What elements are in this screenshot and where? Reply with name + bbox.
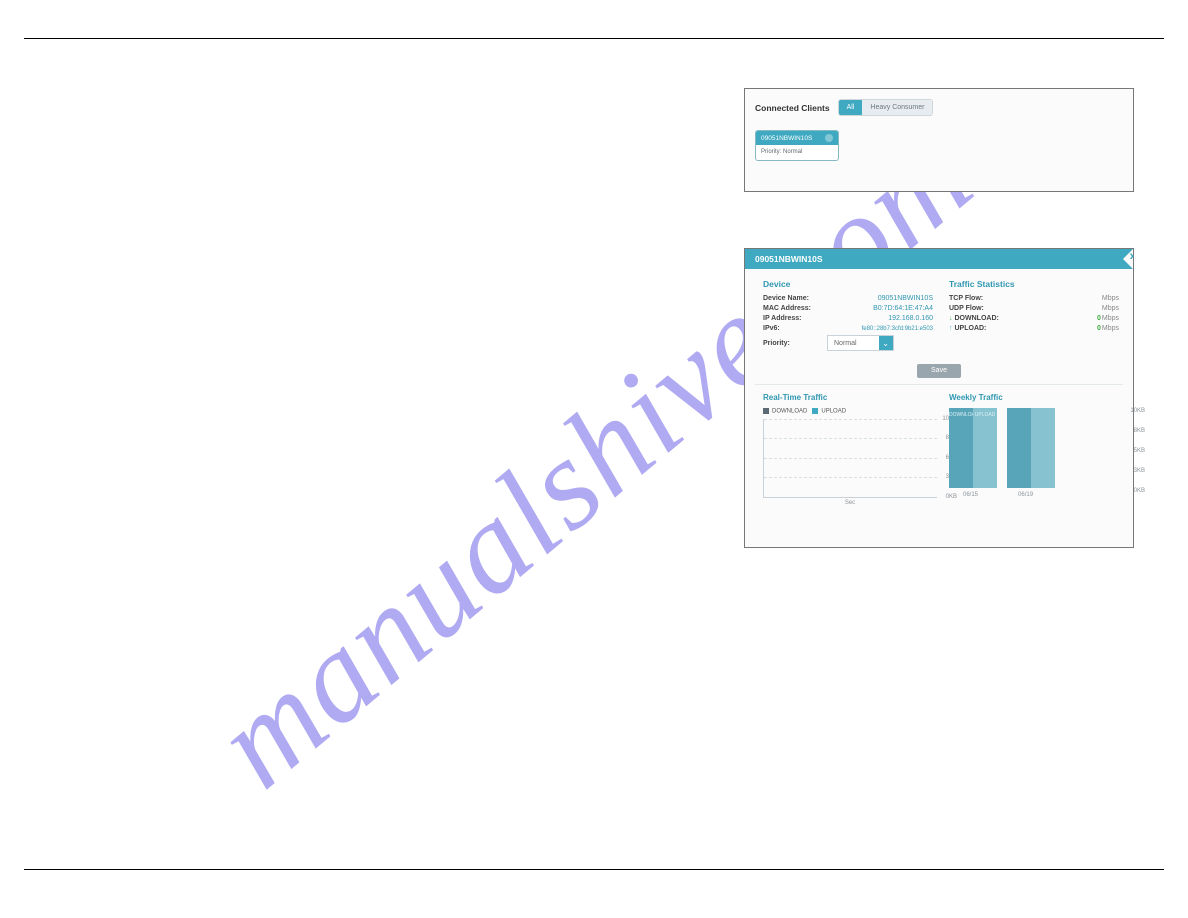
weekly-bar-group-1: DOWNLOAD UPLOAD [949,408,997,488]
close-icon[interactable]: › [1129,247,1134,263]
legend-swatch-upload [812,408,818,414]
client-card-name: 09051NBWIN10S [761,135,812,142]
wk-y-8kb: 8KB [1134,428,1145,434]
weekly-bar-group-2 [1007,408,1055,488]
device-info-grid: Device Device Name: 09051NBWIN10S MAC Ad… [745,269,1133,360]
chevron-down-icon: ⌄ [879,336,893,350]
arrow-down-icon: ↓ [949,315,953,322]
connected-clients-header: Connected Clients All Heavy Consumer [755,99,1123,116]
row-download: ↓DOWNLOAD: 0Mbps [949,315,1119,322]
client-card[interactable]: 09051NBWIN10S Priority: Normal [755,130,839,161]
legend-download-label: DOWNLOAD [772,409,807,415]
realtime-legend: DOWNLOAD UPLOAD [763,408,937,415]
connected-clients-tabs: All Heavy Consumer [838,99,934,116]
figure-connected-clients: Connected Clients All Heavy Consumer 090… [744,88,1134,192]
legend-upload-label: UPLOAD [821,409,846,415]
legend-swatch-download [763,408,769,414]
section-title-device: Device [763,279,933,289]
row-device-name: Device Name: 09051NBWIN10S [763,295,933,302]
value-download: 0 [1097,315,1101,322]
weekly-x-0: 06/15 [963,492,978,498]
device-banner-name: 09051NBWIN10S [755,254,823,264]
section-title-traffic: Traffic Statistics [949,279,1119,289]
client-priority-label: Priority: Normal [761,149,802,155]
row-tcp: TCP Flow: Mbps [949,295,1119,302]
wk-y-0kb: 0KB [1134,488,1145,494]
unit-tcp: Mbps [1091,295,1119,302]
weekly-x-1: 06/19 [1018,492,1033,498]
rt-y-0kb: 0KB [946,494,957,500]
weekly-bar-download-1: DOWNLOAD [949,408,973,488]
label-priority: Priority: [763,340,819,347]
value-ip: 192.168.0.160 [819,315,933,322]
weekly-title: Weekly Traffic [949,393,1123,402]
value-ipv6: fe80::28b7:3cfd:9b21:e503 [819,326,933,332]
weekly-column: Weekly Traffic DOWNLOAD UPLOAD 10KB 8KB … [949,393,1123,506]
arrow-up-icon: ↑ [949,325,953,332]
device-column: Device Device Name: 09051NBWIN10S MAC Ad… [763,279,933,354]
client-info-icon[interactable] [825,134,833,142]
weekly-bar-caption-upload: UPLOAD [973,412,997,418]
weekly-chart: DOWNLOAD UPLOAD 10KB 8KB 5KB 3KB 0KB [949,408,1123,488]
label-device-name: Device Name: [763,295,819,302]
wk-y-10kb: 10KB [1130,408,1145,414]
realtime-title: Real-Time Traffic [763,393,937,402]
realtime-column: Real-Time Traffic DOWNLOAD UPLOAD 10KB 8… [763,393,937,506]
unit-download: 0Mbps [1091,315,1119,322]
row-ipv6: IPv6: fe80::28b7:3cfd:9b21:e503 [763,325,933,332]
label-mac: MAC Address: [763,305,819,312]
weekly-bar-download-2 [1007,408,1031,488]
label-ip: IP Address: [763,315,819,322]
row-mac: MAC Address: B0:7D:64:1E:47:A4 [763,305,933,312]
figure-device-panel: 09051NBWIN10S › Device Device Name: 0905… [744,248,1134,548]
weekly-xlabels: 06/15 06/19 [949,492,1123,498]
tab-heavy-consumer[interactable]: Heavy Consumer [862,100,932,115]
value-device-name: 09051NBWIN10S [819,295,933,302]
tab-all[interactable]: All [839,100,863,115]
weekly-bar-upload-2 [1031,408,1055,488]
realtime-chart: 10KB 8KB 6KB 3KB 0KB [763,419,937,498]
device-banner: 09051NBWIN10S [745,249,1133,269]
priority-select-value: Normal [828,338,879,349]
label-udp: UDP Flow: [949,305,1005,312]
row-priority: Priority: Normal ⌄ [763,335,933,351]
traffic-column: Traffic Statistics TCP Flow: Mbps UDP Fl… [949,279,1119,354]
weekly-bar-upload-1: UPLOAD [973,408,997,488]
row-ip: IP Address: 192.168.0.160 [763,315,933,322]
priority-select[interactable]: Normal ⌄ [827,335,894,351]
row-udp: UDP Flow: Mbps [949,305,1119,312]
client-card-body: Priority: Normal [756,145,838,160]
page-bottom-rule [24,869,1164,870]
label-upload: ↑UPLOAD: [949,325,986,332]
wk-y-5kb: 5KB [1134,448,1145,454]
unit-upload: 0Mbps [1091,325,1119,332]
value-mac: B0:7D:64:1E:47:A4 [819,305,933,312]
row-upload: ↑UPLOAD: 0Mbps [949,325,1119,332]
client-card-header: 09051NBWIN10S [756,131,838,145]
connected-clients-title: Connected Clients [755,103,830,113]
weekly-bar-caption-download: DOWNLOAD [949,412,973,418]
page-top-rule [24,38,1164,39]
unit-udp: Mbps [1091,305,1119,312]
label-tcp: TCP Flow: [949,295,1005,302]
save-button[interactable]: Save [917,364,961,378]
wk-y-3kb: 3KB [1134,468,1145,474]
value-upload: 0 [1097,325,1101,332]
label-download: ↓DOWNLOAD: [949,315,999,322]
realtime-xlabel: Sec [763,500,937,506]
traffic-area: Real-Time Traffic DOWNLOAD UPLOAD 10KB 8… [745,385,1133,512]
label-ipv6: IPv6: [763,325,819,332]
